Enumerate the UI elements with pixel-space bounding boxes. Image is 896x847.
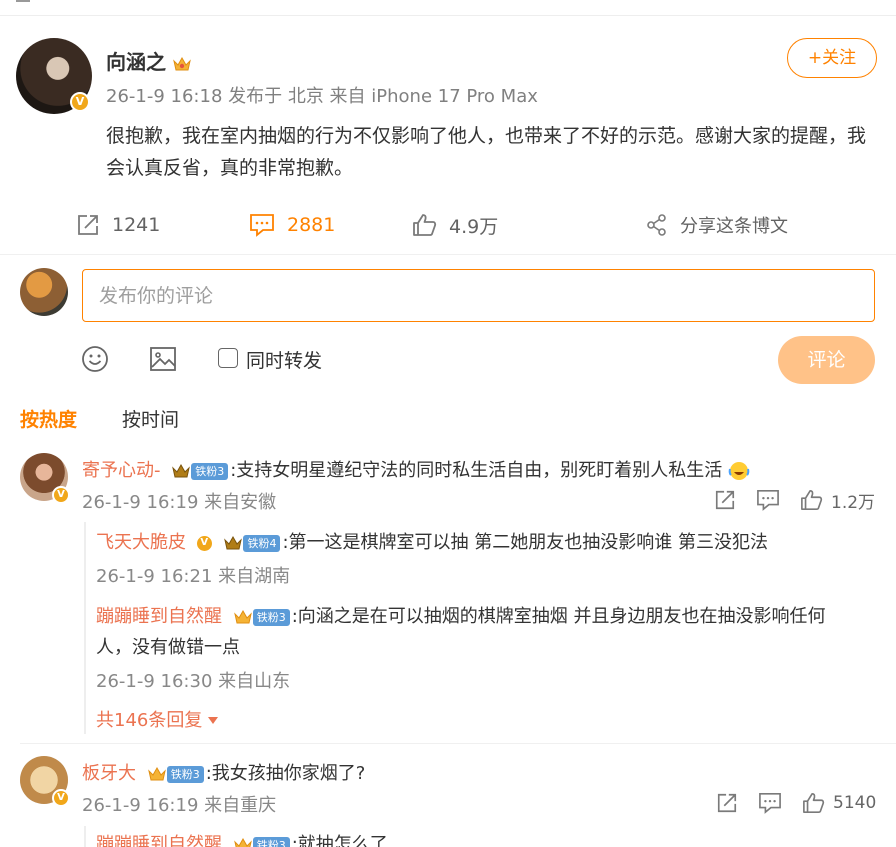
- like-button[interactable]: 4.9万: [412, 210, 498, 240]
- comment-actions: 1.2万: [694, 488, 876, 513]
- comment-button[interactable]: 2881: [249, 210, 335, 240]
- crown-icon: [224, 535, 243, 549]
- post-meta: 26-1-9 16:18 发布于 北京 来自 iPhone 17 Pro Max: [106, 86, 538, 107]
- repost-icon[interactable]: [714, 489, 736, 511]
- fan-badge: 铁粉3: [252, 836, 290, 847]
- divider: [0, 254, 896, 255]
- repost-count: 1241: [112, 214, 161, 236]
- tab-time[interactable]: 按时间: [122, 405, 179, 432]
- emoji-icon[interactable]: [81, 345, 109, 373]
- image-icon[interactable]: [149, 345, 177, 373]
- follow-button[interactable]: +关注: [787, 38, 877, 78]
- comment-like-count: 5140: [833, 793, 877, 813]
- comment-username[interactable]: 寄予心动-: [82, 460, 161, 481]
- reply-username[interactable]: 蹦蹦睡到自然醒: [96, 606, 222, 627]
- repost-icon[interactable]: [716, 792, 738, 814]
- crown-icon: [173, 56, 191, 70]
- laughing-emoji-icon: [728, 462, 750, 480]
- comment-line: 寄予心动- 铁粉3:支持女明星遵纪守法的同时私生活自由，别死盯着别人私生活: [82, 456, 750, 482]
- reply-icon[interactable]: [758, 792, 782, 814]
- divider: [20, 743, 896, 744]
- reply-username[interactable]: 飞天大脆皮: [96, 532, 186, 553]
- reply-line: 蹦蹦睡到自然醒 铁粉3:向涵之是在可以抽烟的棋牌室抽烟 并且身边朋友也在抽没影响…: [96, 602, 826, 628]
- verified-icon: V: [70, 92, 90, 112]
- reply-meta: 26-1-9 16:21 来自湖南: [96, 566, 291, 587]
- tab-hot[interactable]: 按热度: [20, 405, 77, 432]
- author-name[interactable]: 向涵之: [106, 46, 191, 75]
- reply-icon[interactable]: [756, 489, 780, 511]
- comment-text: :支持女明星遵纪守法的同时私生活自由，别死盯着别人私生活: [230, 460, 723, 481]
- crown-icon: [147, 766, 166, 780]
- comment-actions: 5140: [696, 791, 876, 815]
- comment-meta: 26-1-9 16:19 来自安徽: [82, 492, 277, 513]
- share-icon: [647, 214, 666, 236]
- post-text: 很抱歉，我在室内抽烟的行为不仅影响了他人，也带来了不好的示范。感谢大家的提醒，我…: [106, 125, 867, 179]
- crown-icon: [233, 609, 252, 623]
- comment-text: :我女孩抽你家烟了?: [205, 763, 366, 784]
- fan-badge: 铁粉3: [166, 765, 204, 783]
- reply-text: :就抽怎么了: [291, 834, 388, 847]
- reply-text-continued: 人，没有做错一点: [96, 637, 240, 658]
- reply-meta: 26-1-9 16:30 来自山东: [96, 671, 291, 692]
- verified-icon: V: [52, 486, 70, 504]
- verified-icon: V: [52, 789, 70, 807]
- reply-username[interactable]: 蹦蹦睡到自然醒: [96, 834, 222, 847]
- thumbs-up-icon[interactable]: [800, 489, 823, 511]
- caret-down-icon: [208, 717, 219, 724]
- more-replies-link[interactable]: 共146条回复: [96, 706, 219, 732]
- top-fragment: [16, 0, 30, 2]
- submit-comment-button[interactable]: 评论: [778, 336, 875, 384]
- comment-icon: [250, 214, 274, 237]
- reply-thread: [84, 826, 86, 847]
- comment-count: 2881: [287, 214, 336, 236]
- comment-like-count: 1.2万: [831, 492, 876, 513]
- top-divider: [0, 0, 896, 16]
- like-count: 4.9万: [449, 215, 499, 238]
- comment-input[interactable]: [82, 269, 875, 322]
- reply-text: :第一这是棋牌室可以抽 第二她朋友也抽没影响谁 第三没犯法: [282, 532, 768, 553]
- fan-badge: 铁粉3: [191, 462, 229, 480]
- fan-badge: 铁粉4: [243, 534, 281, 552]
- thumbs-up-icon[interactable]: [802, 792, 825, 814]
- reply-thread: [84, 522, 86, 734]
- my-avatar: [20, 268, 68, 316]
- verified-icon: V: [195, 534, 213, 552]
- reply-line: 飞天大脆皮 V 铁粉4:第一这是棋牌室可以抽 第二她朋友也抽没影响谁 第三没犯法: [96, 528, 768, 554]
- fan-badge: 铁粉3: [252, 608, 290, 626]
- comment-meta: 26-1-9 16:19 来自重庆: [82, 795, 277, 816]
- comment-line: 板牙大 铁粉3:我女孩抽你家烟了?: [82, 759, 365, 785]
- thumbs-up-icon: [413, 214, 437, 236]
- comment-username[interactable]: 板牙大: [82, 763, 136, 784]
- repost-button[interactable]: 1241: [76, 210, 160, 240]
- crown-icon: [172, 463, 191, 477]
- repost-icon: [78, 215, 98, 235]
- reply-line: 蹦蹦睡到自然醒 铁粉3:就抽怎么了: [96, 830, 388, 847]
- repost-label: 同时转发: [246, 350, 323, 372]
- crown-icon: [233, 837, 252, 847]
- share-label: 分享这条博文: [680, 216, 788, 237]
- reply-text: :向涵之是在可以抽烟的棋牌室抽烟 并且身边朋友也在抽没影响任何: [291, 606, 826, 627]
- repost-checkbox[interactable]: [218, 348, 238, 368]
- share-button[interactable]: 分享这条博文: [646, 210, 788, 240]
